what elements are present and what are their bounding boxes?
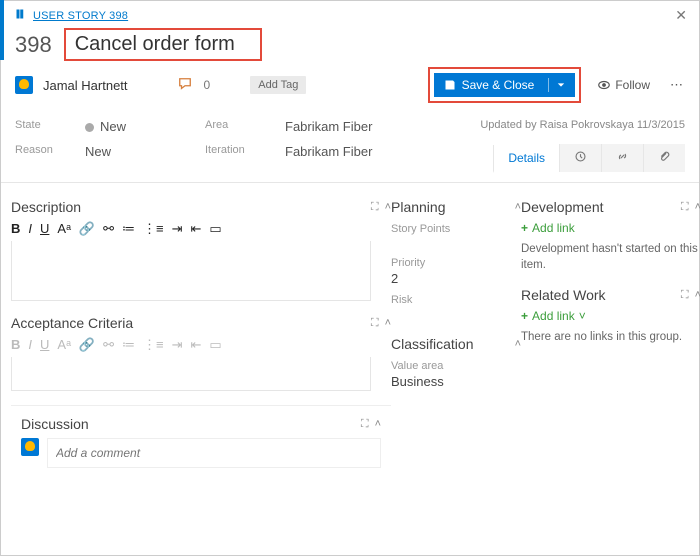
avatar	[15, 76, 33, 94]
save-highlight: Save & Close	[428, 67, 582, 103]
dev-add-link[interactable]: + Add link	[521, 221, 700, 235]
section-acceptance: Acceptance Criteria	[11, 315, 133, 331]
reason-value[interactable]: New	[85, 144, 205, 172]
title-highlight	[64, 28, 262, 61]
expand-icon[interactable]: ⛶	[371, 317, 379, 330]
acceptance-editor[interactable]	[11, 357, 371, 391]
state-label: State	[15, 119, 85, 134]
section-related: Related Work	[521, 287, 606, 303]
value-area-label: Value area	[391, 360, 521, 372]
tab-links[interactable]	[601, 144, 643, 172]
iteration-label: Iteration	[205, 144, 285, 172]
chevron-down-icon: ˅	[579, 309, 586, 323]
title-input[interactable]	[68, 30, 258, 59]
discussion-icon[interactable]	[178, 77, 192, 94]
comment-count: 0	[204, 78, 211, 92]
add-tag-button[interactable]: Add Tag	[250, 76, 306, 94]
expand-icon[interactable]: ⛶	[371, 201, 379, 214]
section-description: Description	[11, 199, 81, 215]
tab-history[interactable]	[559, 144, 601, 172]
iteration-value[interactable]: Fabrikam Fiber	[285, 144, 445, 172]
comment-input[interactable]	[47, 438, 381, 468]
updated-text: Updated by Raisa Pokrovskaya 11/3/2015	[445, 119, 685, 134]
assigned-user[interactable]: Jamal Hartnett	[43, 78, 128, 93]
section-development: Development	[521, 199, 604, 215]
story-points-label: Story Points	[391, 223, 521, 235]
section-classification: Classification	[391, 336, 473, 352]
area-value[interactable]: Fabrikam Fiber	[285, 119, 445, 134]
risk-label: Risk	[391, 294, 521, 306]
section-planning: Planning	[391, 199, 446, 215]
more-menu[interactable]: ⋯	[670, 77, 685, 93]
related-add-link[interactable]: + Add link ˅	[521, 309, 700, 323]
dev-empty-text: Development hasn't started on this item.	[521, 241, 700, 273]
reason-label: Reason	[15, 144, 85, 172]
priority-value[interactable]: 2	[391, 271, 521, 286]
plus-icon: +	[521, 221, 528, 235]
chevron-up-icon[interactable]: ˄	[695, 201, 700, 214]
expand-icon[interactable]: ⛶	[681, 289, 689, 302]
expand-icon[interactable]: ⛶	[361, 418, 369, 431]
tab-details[interactable]: Details	[493, 145, 559, 173]
link-icon	[616, 150, 629, 163]
user-story-icon	[15, 8, 27, 23]
close-icon[interactable]: ✕	[675, 7, 687, 24]
follow-button[interactable]: Follow	[597, 78, 650, 92]
work-item-id: 398	[15, 32, 52, 58]
area-label: Area	[205, 119, 285, 134]
related-empty-text: There are no links in this group.	[521, 329, 700, 345]
plus-icon: +	[521, 309, 528, 323]
priority-label: Priority	[391, 257, 521, 269]
work-item-stripe	[0, 0, 4, 60]
tab-attachments[interactable]	[643, 144, 685, 172]
expand-icon[interactable]: ⛶	[681, 201, 689, 214]
chevron-up-icon[interactable]: ˄	[695, 289, 700, 302]
save-close-button[interactable]: Save & Close	[434, 73, 576, 97]
description-toolbar[interactable]: BIUAᵃ🔗⚯ ≔⋮≡⇥⇤▭	[11, 221, 391, 237]
work-item-link[interactable]: USER STORY 398	[33, 10, 128, 22]
chevron-up-icon[interactable]: ˄	[375, 418, 381, 431]
eye-icon	[597, 78, 611, 92]
save-icon	[444, 79, 456, 91]
save-label: Save & Close	[462, 78, 535, 92]
state-value[interactable]: New	[85, 119, 205, 134]
acceptance-toolbar[interactable]: BIUAᵃ🔗⚯ ≔⋮≡⇥⇤▭	[11, 337, 391, 353]
history-icon	[574, 150, 587, 163]
chevron-down-icon[interactable]	[548, 78, 565, 92]
section-discussion: Discussion	[21, 416, 89, 432]
description-editor[interactable]	[11, 241, 371, 301]
avatar	[21, 438, 39, 456]
attachment-icon	[658, 150, 671, 163]
value-area-value[interactable]: Business	[391, 374, 521, 389]
